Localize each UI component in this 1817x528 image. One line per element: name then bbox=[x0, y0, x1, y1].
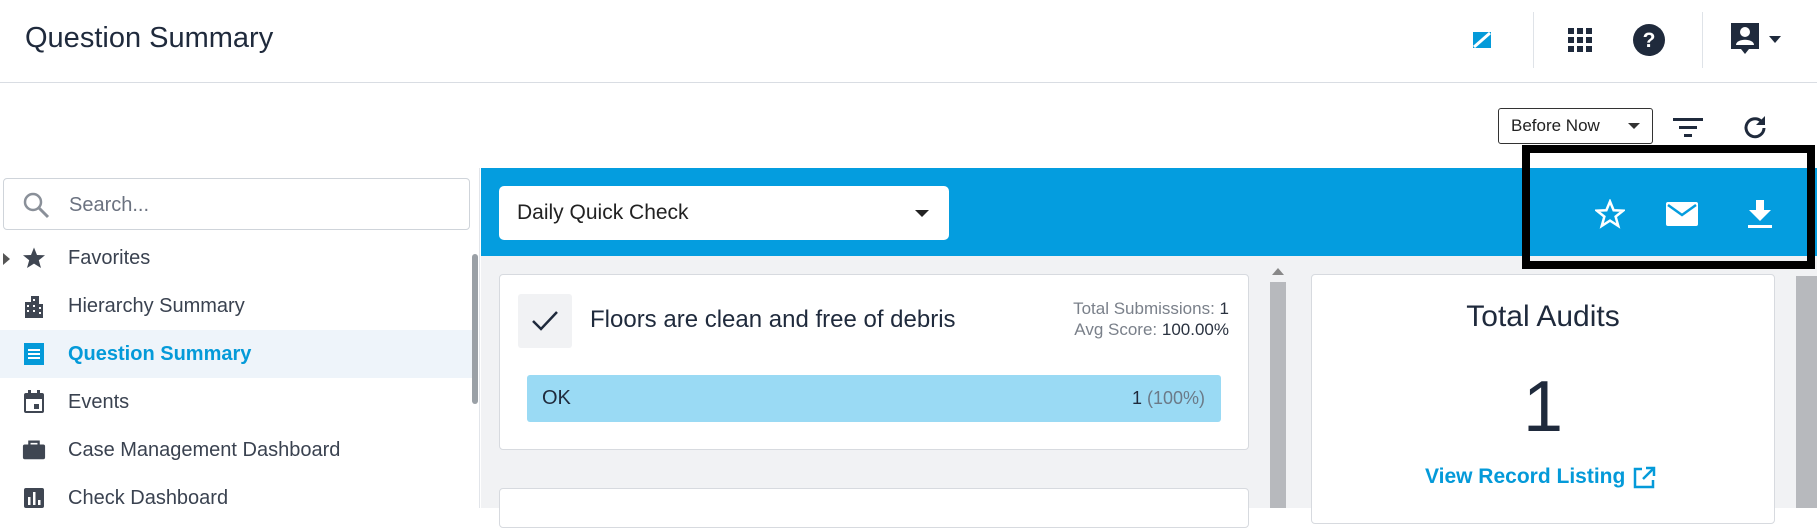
search-box bbox=[3, 178, 470, 230]
toolbar-divider bbox=[1702, 12, 1703, 68]
answer-bar[interactable]: OK 1 (100%) bbox=[527, 375, 1221, 422]
account-menu[interactable] bbox=[1720, 18, 1790, 62]
search-icon bbox=[22, 191, 50, 224]
caret-down-icon bbox=[915, 210, 929, 217]
sidebar-item-check-dashboard[interactable]: Check Dashboard bbox=[0, 474, 472, 522]
answer-count-value: 1 bbox=[1131, 388, 1142, 408]
question-title: Floors are clean and free of debris bbox=[590, 306, 956, 333]
scroll-thumb[interactable] bbox=[1270, 282, 1286, 508]
question-card bbox=[499, 488, 1249, 528]
toolbar-divider bbox=[1533, 12, 1534, 68]
help-icon[interactable]: ? bbox=[1627, 18, 1671, 62]
answer-label: OK bbox=[542, 387, 571, 409]
sidebar-item-label: Hierarchy Summary bbox=[68, 294, 245, 317]
apps-grid-icon[interactable] bbox=[1558, 18, 1602, 62]
star-icon bbox=[22, 246, 46, 270]
expand-arrow-icon[interactable] bbox=[3, 252, 10, 270]
sidebar-item-label: Case Management Dashboard bbox=[68, 438, 341, 461]
survey-select-value: Daily Quick Check bbox=[517, 201, 689, 224]
submissions-value: 1 bbox=[1219, 299, 1229, 318]
view-record-listing-link[interactable]: View Record Listing bbox=[1425, 465, 1625, 489]
calendar-icon bbox=[22, 390, 46, 414]
answer-count: 1 (100%) bbox=[1132, 388, 1205, 409]
sidebar-scrollbar[interactable] bbox=[472, 254, 478, 404]
date-range-select[interactable]: Before Now bbox=[1498, 108, 1653, 144]
brand-logo-icon[interactable] bbox=[1460, 18, 1504, 62]
filter-icon[interactable] bbox=[1668, 108, 1708, 148]
survey-select[interactable]: Daily Quick Check bbox=[499, 186, 949, 240]
sidebar-item-favorites[interactable]: Favorites bbox=[0, 234, 472, 282]
briefcase-icon bbox=[22, 438, 46, 462]
account-icon bbox=[1729, 21, 1761, 60]
building-icon bbox=[22, 294, 46, 318]
question-stats: Total Submissions: 1 Avg Score: 100.00% bbox=[1073, 298, 1229, 340]
top-bar: Question Summary ? bbox=[0, 0, 1817, 83]
answer-percent: (100%) bbox=[1146, 388, 1205, 408]
checkmark-icon bbox=[518, 294, 572, 348]
list-icon bbox=[22, 342, 46, 366]
search-input[interactable] bbox=[69, 191, 449, 219]
highlight-box bbox=[1522, 145, 1815, 269]
bar-chart-icon bbox=[22, 486, 46, 510]
scroll-up-arrow-icon[interactable] bbox=[1272, 268, 1284, 275]
chevron-down-icon bbox=[1769, 31, 1781, 49]
external-link-icon[interactable] bbox=[1632, 466, 1656, 495]
sidebar-item-case-management[interactable]: Case Management Dashboard bbox=[0, 426, 472, 474]
refresh-icon[interactable] bbox=[1735, 108, 1775, 148]
svg-text:?: ? bbox=[1643, 29, 1656, 52]
avg-score-value: 100.00% bbox=[1161, 320, 1229, 339]
avg-score-label: Avg Score: bbox=[1074, 320, 1158, 339]
caret-down-icon bbox=[1628, 123, 1640, 129]
page-scrollbar[interactable] bbox=[1796, 276, 1817, 508]
sidebar-item-question-summary[interactable]: Question Summary bbox=[0, 330, 472, 378]
submissions-label: Total Submissions: bbox=[1073, 299, 1215, 318]
content-scrollbar[interactable] bbox=[1268, 264, 1288, 508]
sidebar-item-label: Question Summary bbox=[68, 342, 252, 365]
sidebar-item-label: Check Dashboard bbox=[68, 486, 229, 509]
sidebar-item-label: Events bbox=[68, 390, 130, 413]
page-title: Question Summary bbox=[25, 22, 274, 54]
sidebar-item-hierarchy-summary[interactable]: Hierarchy Summary bbox=[0, 282, 472, 330]
sidebar-item-events[interactable]: Events bbox=[0, 378, 472, 426]
sidebar-item-label: Favorites bbox=[68, 246, 151, 269]
date-range-value: Before Now bbox=[1511, 116, 1600, 135]
total-audits-value: 1 bbox=[1522, 367, 1564, 447]
total-audits-title: Total Audits bbox=[1466, 300, 1620, 333]
